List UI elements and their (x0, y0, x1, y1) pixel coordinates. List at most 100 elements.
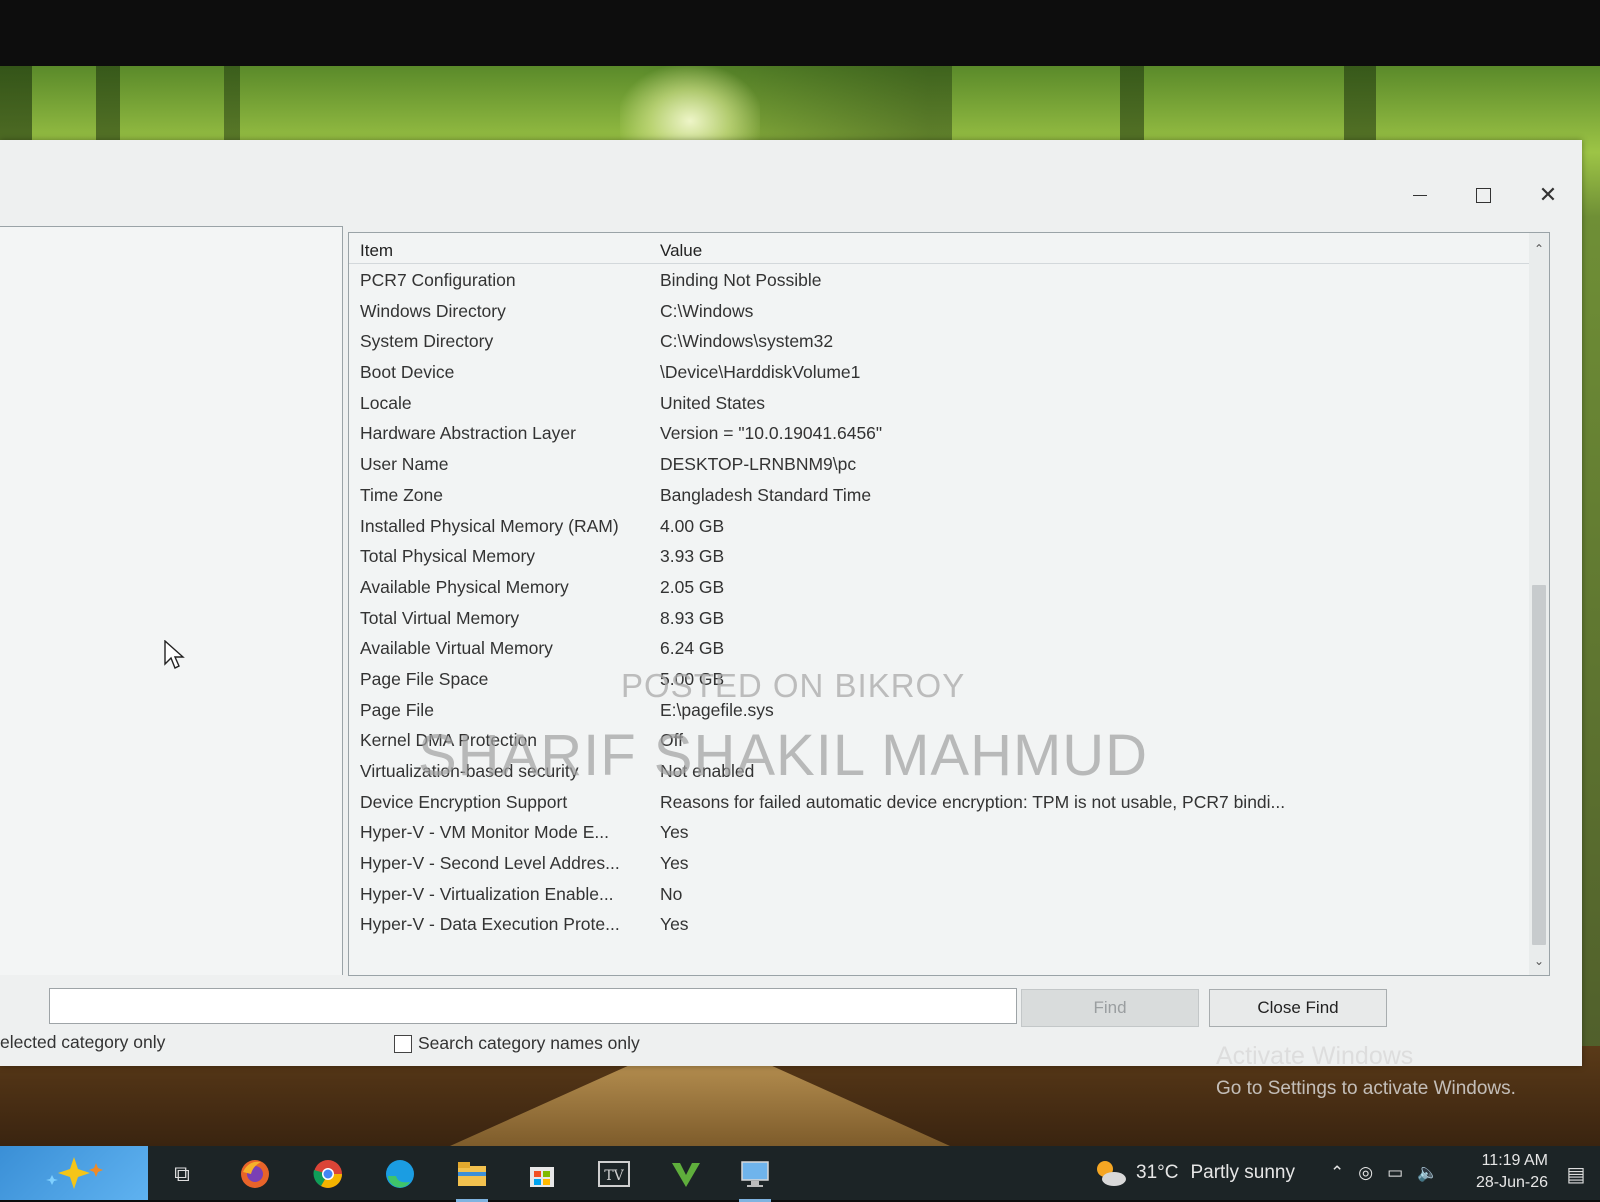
svg-text:TV: TV (604, 1168, 624, 1184)
row-value: C:\Windows\system32 (660, 331, 834, 352)
row-item-label: PCR7 Configuration (360, 270, 516, 290)
column-header-item[interactable]: Item (360, 241, 393, 261)
edge-button[interactable] (380, 1154, 420, 1194)
system-information-window: ✕ Item Value PCR7 Configuration Binding N… (0, 140, 1582, 1066)
list-row[interactable]: Hyper-V - Second Level Addres... Yes (349, 848, 1529, 879)
row-value: United States (660, 392, 766, 413)
row-item-label: Page File (360, 699, 434, 720)
row-item-label: Hardware Abstraction Layer (360, 423, 576, 444)
row-value: \Device\HarddiskVolume1 (660, 362, 861, 383)
row-value: Binding Not Possible (660, 270, 822, 290)
search-selected-category-option[interactable]: elected category only (0, 1032, 165, 1053)
chrome-button[interactable] (308, 1154, 348, 1194)
vivaldi-button[interactable] (666, 1154, 706, 1194)
watermark-posted: POSTED ON BIKROY (621, 667, 966, 704)
mouse-pointer-icon (164, 640, 185, 669)
search-category-names-checkbox[interactable] (394, 1034, 412, 1053)
list-row[interactable]: System Directory C:\Windows\system32 (349, 326, 1529, 357)
close-icon: ✕ (1538, 182, 1558, 208)
taskbar-clock[interactable]: 11:19 AM 28-Jun-26 (1466, 1152, 1548, 1192)
minimize-icon (1413, 194, 1427, 196)
chevron-up-icon: ⌃ (1533, 242, 1545, 256)
row-item-label: Time Zone (360, 484, 443, 505)
row-item-label: Installed Physical Memory (RAM) (360, 515, 619, 536)
notifications-button[interactable]: ▤ (1556, 1154, 1596, 1194)
list-row[interactable]: Available Virtual Memory 6.24 GB (349, 633, 1529, 664)
weather-temperature: 31°C (1136, 1162, 1179, 1183)
tv-app-button[interactable]: TV (594, 1154, 634, 1194)
chevron-up-icon[interactable]: ⌃ (1330, 1163, 1344, 1183)
list-row[interactable]: Total Physical Memory 3.93 GB (349, 541, 1529, 572)
list-row[interactable]: Available Physical Memory 2.05 GB (349, 572, 1529, 603)
clock-time: 11:19 AM (1481, 1152, 1548, 1169)
list-row[interactable]: Boot Device \Device\HarddiskVolume1 (349, 357, 1529, 388)
vivaldi-icon (672, 1163, 700, 1187)
start-area[interactable] (0, 1146, 148, 1200)
list-row[interactable]: Locale United States (349, 388, 1529, 419)
row-item-label: Boot Device (360, 362, 455, 383)
row-item-label: User Name (360, 454, 449, 475)
list-row[interactable]: Windows Directory C:\Windows (349, 296, 1529, 327)
partly-sunny-icon (1097, 1161, 1126, 1186)
file-explorer-icon (458, 1162, 486, 1186)
file-explorer-button[interactable] (452, 1154, 492, 1202)
list-row[interactable]: Hyper-V - VM Monitor Mode E... Yes (349, 817, 1529, 848)
system-info-button[interactable] (735, 1154, 775, 1202)
row-item-label: Windows Directory (360, 300, 506, 321)
list-row[interactable]: Total Virtual Memory 8.93 GB (349, 603, 1529, 634)
network-icon[interactable]: ▭ (1387, 1163, 1403, 1183)
meet-now-icon[interactable]: ◎ (1358, 1163, 1373, 1183)
notification-icon: ▤ (1566, 1162, 1586, 1186)
clock-date: 28-Jun-26 (1475, 1174, 1548, 1191)
find-button[interactable]: Find (1021, 989, 1199, 1027)
row-value: Reasons for failed automatic device encr… (660, 791, 1286, 812)
row-item-label: Total Virtual Memory (360, 607, 520, 628)
activate-windows-subtitle: Go to Settings to activate Windows. (1216, 1078, 1516, 1099)
list-row[interactable]: Hyper-V - Data Execution Prote... Yes (349, 909, 1529, 940)
list-row[interactable]: Time Zone Bangladesh Standard Time (349, 480, 1529, 511)
list-row[interactable]: PCR7 Configuration Binding Not Possible (349, 265, 1529, 296)
list-row[interactable]: Hardware Abstraction Layer Version = "10.… (349, 418, 1529, 449)
search-category-names-option[interactable]: Search category names only (394, 1033, 640, 1054)
system-info-icon (741, 1161, 769, 1187)
list-row[interactable]: Device Encryption Support Reasons for fai… (349, 787, 1529, 818)
volume-icon[interactable]: 🔈 (1417, 1163, 1438, 1183)
row-value: 8.93 GB (660, 607, 725, 628)
details-list[interactable]: Item Value PCR7 Configuration Binding Not… (348, 232, 1550, 976)
firefox-button[interactable] (235, 1154, 275, 1194)
find-what-input[interactable] (49, 988, 1017, 1024)
edge-icon (386, 1160, 414, 1188)
minimize-button[interactable] (1403, 178, 1437, 212)
row-value: 6.24 GB (660, 638, 725, 659)
weather-condition: Partly sunny (1190, 1162, 1295, 1183)
weather-widget[interactable]: 31°C Partly sunny (1092, 1146, 1295, 1200)
row-item-label: Available Physical Memory (360, 576, 569, 597)
task-view-icon: ⧉ (174, 1161, 190, 1187)
list-row[interactable]: Hyper-V - Virtualization Enable... No (349, 879, 1529, 910)
scroll-down-button[interactable]: ⌄ (1529, 951, 1549, 971)
search-selected-category-label: elected category only (0, 1032, 166, 1052)
store-button[interactable] (522, 1154, 562, 1194)
tv-app-icon: TV (598, 1161, 630, 1187)
scroll-up-button[interactable]: ⌃ (1529, 239, 1549, 259)
row-item-label: Hyper-V - Data Execution Prote... (360, 914, 620, 935)
row-item-label: Total Physical Memory (360, 546, 536, 567)
row-value: Yes (660, 853, 689, 874)
category-tree-pane[interactable] (0, 226, 343, 975)
list-row[interactable]: Installed Physical Memory (RAM) 4.00 GB (349, 511, 1529, 542)
row-value: Yes (660, 822, 689, 843)
row-item-label: Available Virtual Memory (360, 638, 553, 659)
column-header-value[interactable]: Value (660, 241, 702, 261)
task-view-button[interactable]: ⧉ (162, 1154, 202, 1194)
row-item-label: System Directory (360, 331, 494, 352)
chevron-down-icon: ⌄ (1533, 954, 1545, 968)
scrollbar-thumb[interactable] (1532, 585, 1546, 945)
close-find-button[interactable]: Close Find (1209, 989, 1387, 1027)
row-value: C:\Windows (660, 300, 754, 321)
maximize-button[interactable] (1466, 178, 1500, 212)
list-row[interactable]: User Name DESKTOP-LRNBNM9\pc (349, 449, 1529, 480)
row-item-label: Device Encryption Support (360, 791, 568, 812)
taskbar: ⧉ TV 31°C Partly sunny ⌃ ◎ ▭ 🔈 11:19 AM … (0, 1146, 1600, 1202)
close-button[interactable]: ✕ (1531, 178, 1565, 212)
vertical-scrollbar[interactable]: ⌃ ⌄ (1529, 233, 1549, 975)
